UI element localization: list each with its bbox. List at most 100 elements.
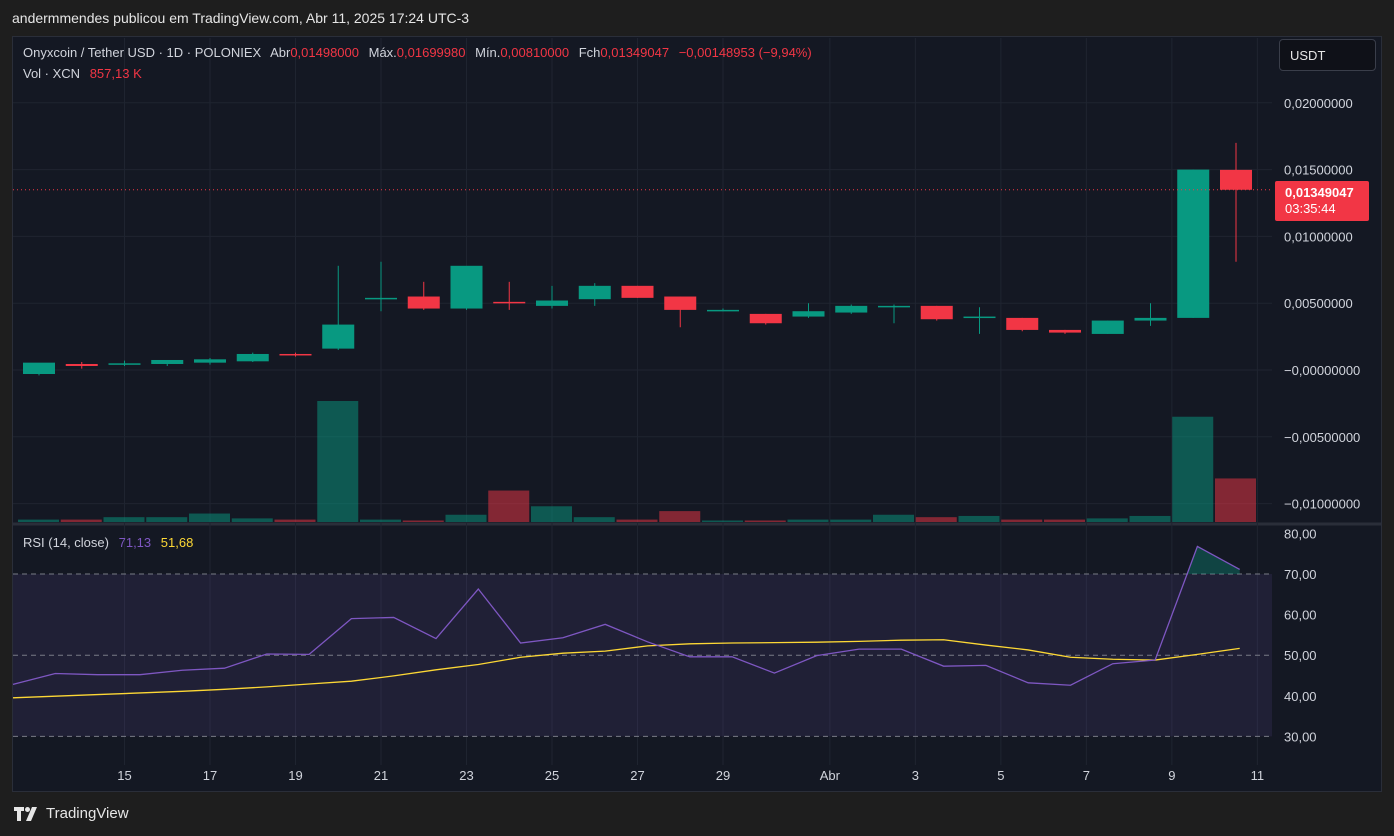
volume-bar (958, 515, 1000, 522)
chart-canvas[interactable]: 0,02000000 0,01500000 0,01000000 0,00500000… (0, 0, 1394, 836)
time-axis-label: 15 (117, 768, 131, 783)
volume-bar (573, 517, 615, 522)
time-axis-label: 17 (203, 768, 217, 783)
volume-bar (317, 401, 359, 522)
candle-body (578, 285, 611, 300)
rsi-legend: RSI (14, close) 71,13 51,68 (23, 535, 199, 550)
last-price-tag: 0,01349047 03:35:44 (1275, 181, 1369, 221)
volume-bar (60, 519, 102, 522)
candle-body (407, 296, 440, 309)
candle-body (963, 316, 996, 319)
time-axis-label: 19 (288, 768, 302, 783)
rsi-ma-value: 51,68 (160, 535, 194, 550)
candle-body (920, 305, 953, 320)
volume-bar (659, 511, 701, 522)
candle-body (322, 324, 355, 349)
candle-body (792, 311, 825, 317)
candle-body (1049, 329, 1081, 333)
open-label: Abr (270, 45, 291, 60)
time-axis-label: Abr (820, 768, 841, 783)
candle-body (749, 313, 782, 324)
candle-body (835, 305, 868, 313)
candle-body (236, 353, 269, 362)
close-label: Fch (578, 45, 601, 60)
last-price: 0,01349047 (1285, 185, 1354, 200)
rsi-band-fill (13, 574, 1272, 737)
volume-bar (873, 514, 914, 522)
candle-body (1091, 320, 1124, 334)
high-value: 0,01699980 (396, 45, 466, 60)
volume-bar (915, 517, 957, 522)
volume-bar (488, 490, 530, 522)
tradingview-brand[interactable]: TradingView (14, 805, 129, 822)
volume-bar (616, 519, 658, 522)
volume-bar (445, 514, 487, 522)
price-axis-label: 0,01000000 (1284, 229, 1353, 244)
symbol-label[interactable]: Onyxcoin / Tether USD · 1D · POLONIEX (23, 45, 261, 60)
rsi-axis-label: 40,00 (1284, 689, 1317, 704)
low-label: Mín. (475, 45, 501, 60)
price-axis-label: −0,01000000 (1284, 497, 1360, 512)
candle-body (1006, 317, 1039, 330)
candle-body (878, 305, 910, 308)
volume-bar (1172, 416, 1214, 522)
candle-body (365, 297, 397, 300)
volume-bar (1215, 478, 1256, 522)
volume-bar (1001, 519, 1043, 522)
candle-body (450, 265, 483, 309)
symbol-legend: Onyxcoin / Tether USD · 1D · POLONIEX Ab… (23, 45, 818, 60)
change-value: −0,00148953 (−9,94%) (678, 45, 812, 60)
time-axis-label: 25 (545, 768, 559, 783)
volume-bar (360, 519, 401, 522)
volume-bar (146, 517, 188, 522)
rsi-axis-label: 60,00 (1284, 608, 1317, 623)
time-axis-label: 7 (1083, 768, 1090, 783)
volume-bar (274, 519, 316, 522)
rsi-axis-label: 50,00 (1284, 648, 1317, 663)
rsi-axis-label: 80,00 (1284, 526, 1317, 541)
candle-body (108, 363, 141, 365)
currency-button[interactable]: USDT (1279, 39, 1376, 71)
close-value: 0,01349047 (600, 45, 670, 60)
candle-body (493, 301, 526, 304)
candle-body (536, 300, 568, 306)
time-axis-label: 27 (630, 768, 644, 783)
time-axis-label: 21 (374, 768, 388, 783)
time-axis-label: 11 (1251, 768, 1265, 783)
volume-bar (1086, 518, 1128, 522)
price-axis-label: 0,02000000 (1284, 96, 1353, 111)
rsi-axis-label: 30,00 (1284, 729, 1317, 744)
rsi-value: 71,13 (118, 535, 152, 550)
candle-body (1134, 317, 1167, 321)
candle-body (194, 359, 226, 363)
volume-label[interactable]: Vol · XCN (23, 66, 80, 81)
candle-countdown: 03:35:44 (1285, 201, 1336, 216)
candle-body (621, 285, 654, 298)
time-axis-label: 5 (997, 768, 1004, 783)
price-axis-label: −0,00000000 (1284, 363, 1360, 378)
candle-body (1177, 169, 1210, 318)
price-axis-label: −0,00500000 (1284, 430, 1360, 445)
tradingview-logo-icon (14, 806, 37, 821)
candle-body (151, 359, 184, 364)
volume-bar (231, 518, 273, 522)
candle-body (707, 309, 739, 312)
volume-bar (1044, 519, 1085, 522)
rsi-label[interactable]: RSI (14, close) (23, 535, 109, 550)
candle-body (1220, 169, 1252, 190)
volume-bar (189, 513, 230, 522)
volume-bar (402, 520, 444, 522)
candle-body (664, 296, 697, 310)
volume-bar (702, 520, 743, 522)
high-label: Máx. (368, 45, 397, 60)
time-axis-label: 3 (912, 768, 919, 783)
volume-bar (103, 517, 145, 522)
volume-bar (531, 506, 572, 522)
candle-body (279, 353, 312, 356)
rsi-axis-label: 70,00 (1284, 567, 1317, 582)
time-axis-label: 9 (1168, 768, 1175, 783)
candle-body (23, 362, 55, 375)
candle-body (65, 363, 98, 366)
brand-label: TradingView (46, 805, 129, 822)
volume-bar (830, 519, 872, 522)
